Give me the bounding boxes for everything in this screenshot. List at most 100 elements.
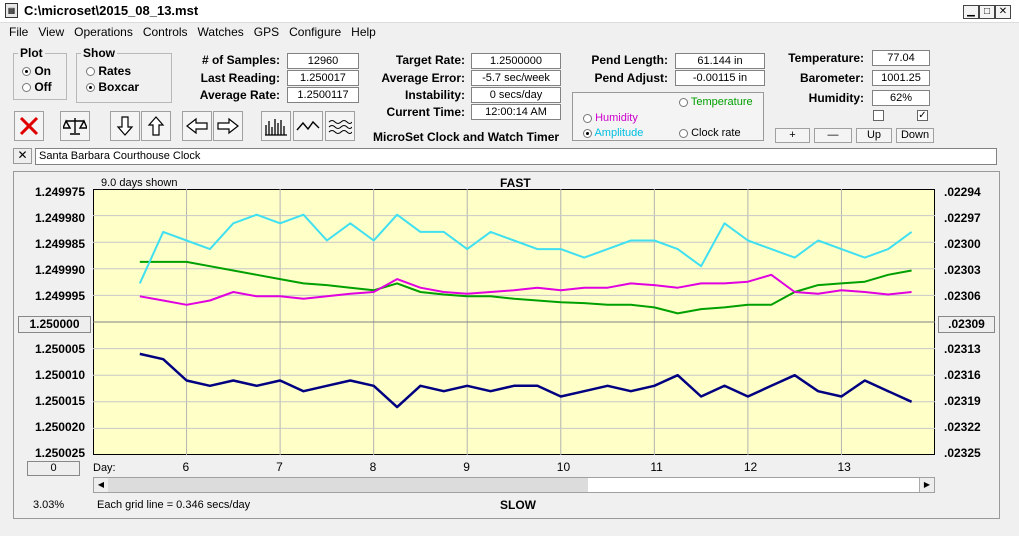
close-icon[interactable]: ✕ bbox=[995, 5, 1011, 19]
multi-wave-icon[interactable] bbox=[325, 111, 355, 141]
plot-off-label: Off bbox=[34, 80, 52, 94]
scroll-left-icon[interactable]: ◀ bbox=[94, 478, 109, 492]
right-baseline-button[interactable]: .02309 bbox=[938, 316, 995, 333]
y-right-tick: .02319 bbox=[944, 394, 981, 408]
arrow-up-icon[interactable] bbox=[141, 111, 171, 141]
arrow-left-icon[interactable] bbox=[182, 111, 212, 141]
arrow-right-icon[interactable] bbox=[213, 111, 243, 141]
radio-on-icon bbox=[22, 67, 31, 77]
avg-rate-label: Average Rate: bbox=[199, 88, 280, 102]
checkbox-2[interactable]: ✓ bbox=[917, 110, 928, 121]
clock-name-field[interactable]: Santa Barbara Courthouse Clock bbox=[35, 148, 997, 165]
x-tick-label: 11 bbox=[650, 460, 663, 474]
amplitude-radio[interactable]: Amplitude bbox=[583, 127, 643, 139]
exit-x-icon[interactable] bbox=[14, 111, 44, 141]
last-reading-label: Last Reading: bbox=[200, 71, 280, 85]
title-bar: ▦ C:\microset\2015_08_13.mst ▁ □ ✕ bbox=[0, 0, 1019, 23]
wave-icon[interactable] bbox=[293, 111, 323, 141]
menu-bar: File View Operations Controls Watches GPS Conf… bbox=[0, 23, 1019, 42]
samples-label: # of Samples: bbox=[201, 53, 280, 67]
x-tick-label: 6 bbox=[182, 460, 190, 474]
balance-scale-icon[interactable] bbox=[60, 111, 90, 141]
plot-off-radio[interactable]: Off bbox=[22, 80, 52, 94]
x-tick-label: 12 bbox=[743, 460, 758, 474]
plus-button[interactable]: + bbox=[775, 128, 810, 143]
minimize-icon[interactable]: ▁ bbox=[963, 5, 979, 19]
y-left-tick: 1.249990 bbox=[34, 263, 85, 277]
x-tick-label: 8 bbox=[369, 460, 377, 474]
avg-rate-field: 1.2500117 bbox=[287, 87, 359, 103]
humidity-field: 62% bbox=[872, 90, 930, 106]
clear-name-icon[interactable]: ✕ bbox=[13, 148, 32, 164]
temperature-radio-label: Temperature bbox=[690, 96, 753, 108]
radio-humidity-icon bbox=[583, 113, 592, 123]
avg-error-label: Average Error: bbox=[381, 71, 465, 85]
up-button[interactable]: Up bbox=[856, 128, 892, 143]
arrow-down-icon[interactable] bbox=[110, 111, 140, 141]
y-right-tick: .02300 bbox=[944, 237, 981, 251]
radio-boxcar-icon bbox=[86, 83, 95, 93]
barometer-field: 1001.25 bbox=[872, 70, 930, 86]
bottom-offset-button[interactable]: 0 bbox=[27, 461, 80, 476]
percent-label: 3.03% bbox=[33, 499, 65, 511]
y-right-tick: .02325 bbox=[944, 446, 981, 460]
radio-clock-rate-icon bbox=[679, 128, 688, 138]
plot-on-radio[interactable]: On bbox=[22, 64, 51, 78]
y-left-tick: 1.249980 bbox=[34, 211, 85, 225]
y-right-tick: .02316 bbox=[944, 368, 981, 382]
barometer-label: Barometer: bbox=[799, 71, 864, 85]
samples-field: 12960 bbox=[287, 53, 359, 69]
menu-file[interactable]: File bbox=[0, 23, 33, 42]
radio-amplitude-icon bbox=[583, 128, 592, 138]
y-right-tick: .02297 bbox=[944, 211, 981, 225]
left-baseline-button[interactable]: 1.250000 bbox=[18, 316, 91, 333]
menu-operations[interactable]: Operations bbox=[69, 23, 138, 42]
y-left-tick: 1.250005 bbox=[34, 342, 85, 356]
humidity-radio-label: Humidity bbox=[595, 112, 638, 124]
current-time-field: 12:00:14 AM bbox=[471, 104, 561, 120]
show-rates-radio[interactable]: Rates bbox=[86, 64, 131, 78]
horizontal-scrollbar[interactable]: ◀ ▶ bbox=[93, 477, 935, 493]
show-boxcar-label: Boxcar bbox=[98, 80, 140, 94]
y-right-tick: .02294 bbox=[944, 185, 981, 199]
show-legend: Show bbox=[83, 46, 115, 60]
show-rates-label: Rates bbox=[98, 64, 132, 78]
y-left-tick: 1.250020 bbox=[34, 420, 85, 434]
menu-controls[interactable]: Controls bbox=[138, 23, 193, 42]
y-left-tick: 1.249995 bbox=[34, 289, 85, 303]
down-button[interactable]: Down bbox=[896, 128, 934, 143]
show-boxcar-radio[interactable]: Boxcar bbox=[86, 80, 139, 94]
window-title: C:\microset\2015_08_13.mst bbox=[24, 3, 199, 18]
menu-gps[interactable]: GPS bbox=[249, 23, 284, 42]
y-left-tick: 1.250015 bbox=[34, 394, 85, 408]
temperature-radio[interactable]: Temperature bbox=[679, 96, 753, 108]
pend-adjust-label: Pend Adjust: bbox=[594, 71, 668, 85]
y-right-tick: .02303 bbox=[944, 263, 981, 277]
minus-button[interactable]: — bbox=[814, 128, 852, 143]
app-name-label: MicroSet Clock and Watch Timer bbox=[373, 130, 560, 144]
amplitude-radio-label: Amplitude bbox=[594, 127, 644, 139]
humidity-label: Humidity: bbox=[808, 91, 864, 105]
pend-adjust-field: -0.00115 in bbox=[675, 70, 765, 86]
x-tick-label: 9 bbox=[463, 460, 470, 474]
maximize-icon[interactable]: □ bbox=[979, 5, 995, 19]
histogram-icon[interactable] bbox=[261, 111, 291, 141]
last-reading-field: 1.250017 bbox=[287, 70, 359, 86]
y-right-tick: .02322 bbox=[944, 420, 981, 434]
checkbox-1[interactable] bbox=[873, 110, 884, 121]
humidity-radio[interactable]: Humidity bbox=[583, 112, 638, 124]
menu-view[interactable]: View bbox=[33, 23, 69, 42]
menu-help[interactable]: Help bbox=[346, 23, 381, 42]
y-left-tick: 1.249975 bbox=[34, 185, 85, 199]
menu-watches[interactable]: Watches bbox=[193, 23, 249, 42]
radio-rates-icon bbox=[86, 67, 95, 77]
day-axis-label: Day: bbox=[93, 462, 116, 474]
scroll-right-icon[interactable]: ▶ bbox=[919, 478, 934, 492]
fast-label: FAST bbox=[500, 176, 531, 190]
instability-label: Instability: bbox=[404, 88, 465, 102]
x-tick-label: 7 bbox=[276, 460, 283, 474]
clock-rate-radio[interactable]: Clock rate bbox=[679, 127, 741, 139]
menu-configure[interactable]: Configure bbox=[284, 23, 346, 42]
y-right-tick: .02306 bbox=[944, 289, 981, 303]
scroll-track[interactable] bbox=[108, 478, 588, 492]
